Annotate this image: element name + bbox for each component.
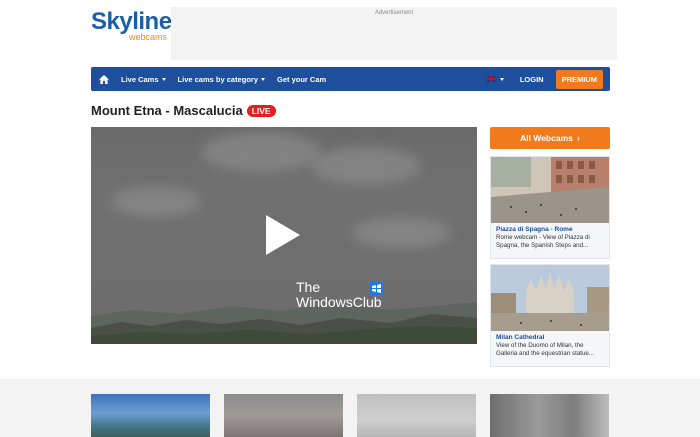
page-title: Mount Etna - Mascalucia [91,103,243,118]
webcam-card-title[interactable]: Piazza di Spagna - Rome [491,223,609,234]
bottom-webcam-thumbnail[interactable] [224,394,343,437]
webcam-thumbnail[interactable] [491,265,609,331]
ad-label: Advertisement [374,10,414,16]
watermark-text: The WindowsClub [296,280,382,310]
nav-category-label: Live cams by category [177,74,258,84]
bottom-webcam-thumbnail[interactable] [357,394,476,437]
mountain-landscape [91,302,477,344]
webcam-card-description: Rome webcam - View of Piazza di Spagna, … [496,234,590,249]
watermark-logo-icon [370,282,383,295]
uk-flag-icon [486,76,496,82]
cloud-shape [201,132,321,172]
home-icon [99,74,109,84]
ad-banner: Advertisement [171,7,617,60]
bottom-webcam-thumbnail[interactable] [490,394,609,437]
cloud-shape [351,217,451,249]
nav-live-cams[interactable]: Live Cams [115,75,172,84]
chevron-down-icon [161,77,166,81]
chevron-down-icon [499,77,504,81]
all-webcams-button[interactable]: All Webcams › [490,127,610,149]
premium-button[interactable]: PREMIUM [555,69,603,89]
piazza-thumbnail-image [491,157,609,223]
cloud-shape [311,147,421,185]
chevron-right-icon: › [576,133,580,143]
site-logo[interactable]: Skyline webcams [91,8,172,44]
nav-get-your-cam[interactable]: Get your Cam [271,75,332,84]
nav-live-cams-by-category[interactable]: Live cams by category [172,75,271,84]
nav-get-cam-label: Get your Cam [277,74,327,84]
webcam-card-piazza-di-spagna[interactable]: Piazza di Spagna - Rome Rome webcam - Vi… [490,156,610,259]
webcam-card-milan-cathedral[interactable]: Milan Cathedral View of the Duomo of Mil… [490,264,610,367]
watermark-line-1: The [296,279,321,295]
play-icon[interactable] [266,215,300,255]
watermark-line-2: WindowsClub [296,294,382,310]
language-selector[interactable] [486,76,504,82]
webcam-card-title[interactable]: Milan Cathedral [491,331,609,342]
page-title-row: Mount Etna - Mascalucia LIVE [91,103,276,118]
live-badge: LIVE [246,104,276,117]
main-navbar: Live Cams Live cams by category Get your… [91,67,610,91]
cloud-shape [111,187,201,217]
nav-live-cams-label: Live Cams [121,74,159,84]
home-button[interactable] [93,74,115,84]
chevron-down-icon [261,77,265,81]
webcam-card-description: View of the Duomo of Milan, the Galleria… [496,342,595,357]
logo-wordmark: Skyline [91,8,172,35]
login-link[interactable]: LOGIN [520,75,544,84]
webcam-thumbnail[interactable] [491,157,609,223]
milan-thumbnail-image [491,265,609,331]
all-webcams-label: All Webcams [520,133,573,143]
video-player[interactable]: The WindowsClub [91,127,477,344]
bottom-webcam-thumbnail[interactable] [91,394,210,437]
